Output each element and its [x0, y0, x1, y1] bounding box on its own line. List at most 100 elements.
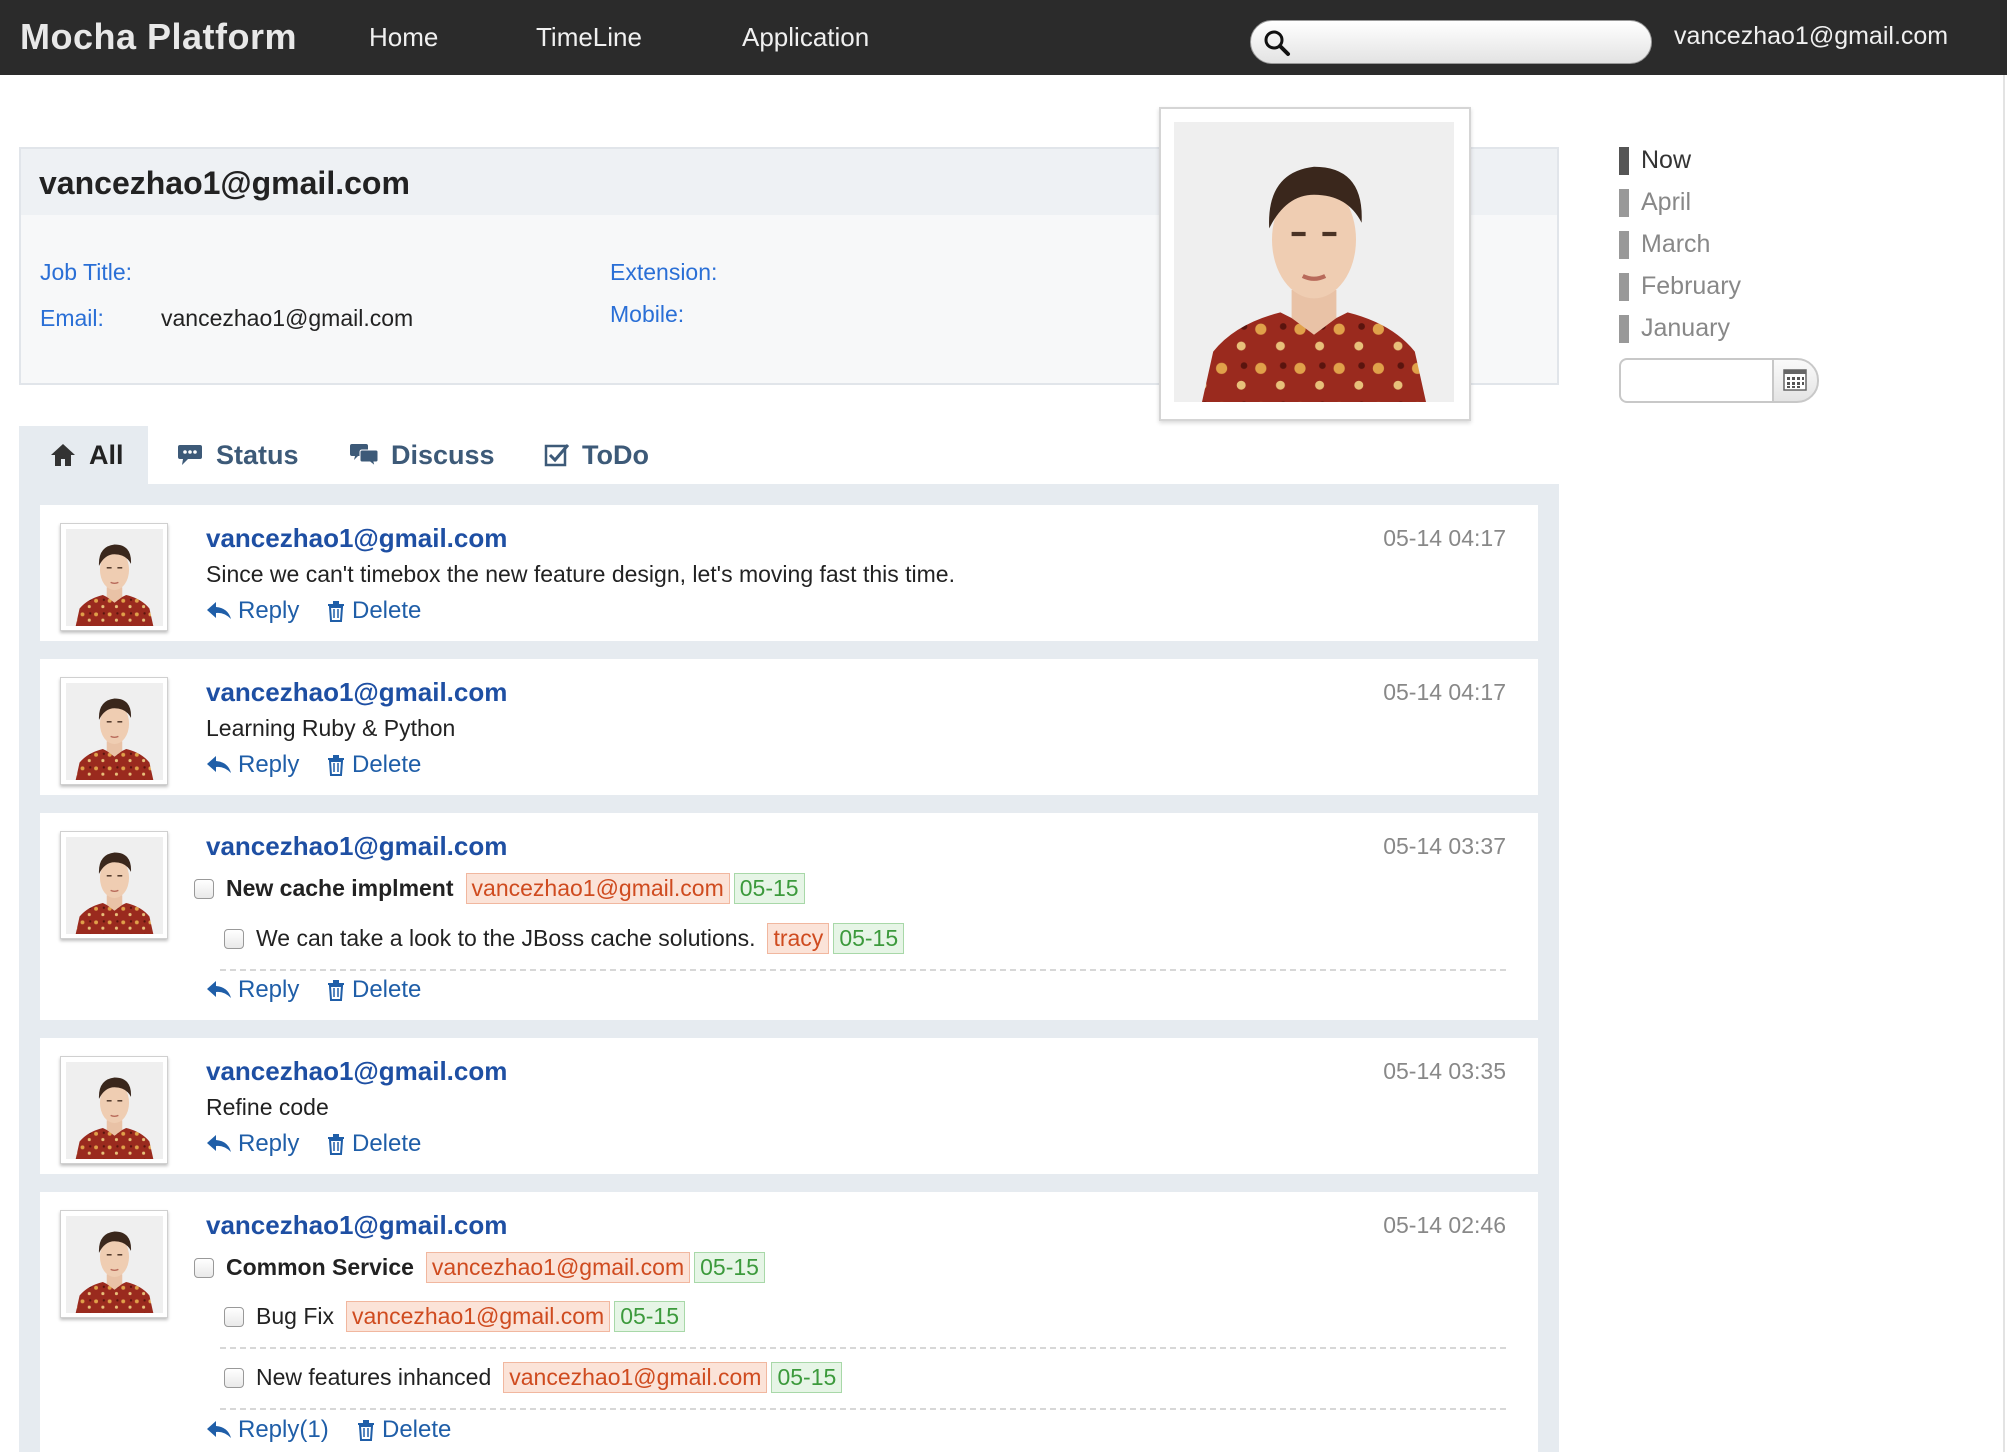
reply-label: Reply [238, 1130, 300, 1157]
post-author[interactable]: vancezhao1@gmail.com [206, 831, 507, 862]
delete-button[interactable]: Delete [326, 751, 421, 779]
subtask-item: New features inhanced vancezhao1@gmail.c… [224, 1362, 843, 1393]
timeline-now[interactable]: Now [1619, 145, 1691, 175]
trash-icon [358, 1420, 374, 1441]
avatar[interactable] [60, 831, 168, 939]
avatar[interactable] [60, 523, 168, 631]
timeline-january[interactable]: January [1619, 313, 1730, 343]
delete-button[interactable]: Delete [326, 1130, 421, 1158]
post-author[interactable]: vancezhao1@gmail.com [206, 1210, 507, 1241]
brand-logo[interactable]: Mocha Platform [20, 16, 297, 58]
todo-title: Common Service [226, 1254, 414, 1280]
delete-label: Delete [382, 1416, 452, 1443]
avatar-image [66, 683, 163, 780]
todo-assignee-tag: vancezhao1@gmail.com [465, 873, 730, 904]
delete-button[interactable]: Delete [356, 1416, 451, 1444]
todo-item: Common Service vancezhao1@gmail.com 05-1… [194, 1252, 765, 1283]
date-input[interactable] [1619, 358, 1773, 403]
subtask-title: New features inhanced [256, 1364, 492, 1390]
trash-icon [328, 601, 344, 622]
subtask-assignee-tag: vancezhao1@gmail.com [345, 1301, 611, 1332]
timeline-march[interactable]: March [1619, 229, 1710, 259]
todo-due-tag: 05-15 [733, 873, 805, 904]
tab-todo[interactable]: ToDo [544, 426, 649, 484]
avatar-image [66, 529, 163, 626]
timeline-february[interactable]: February [1619, 271, 1741, 301]
nav-application[interactable]: Application [742, 22, 869, 53]
delete-button[interactable]: Delete [326, 976, 421, 1004]
separator [220, 1347, 1506, 1349]
reply-button[interactable]: Reply [206, 976, 299, 1004]
post-author[interactable]: vancezhao1@gmail.com [206, 523, 507, 554]
nav-timeline[interactable]: TimeLine [536, 22, 642, 53]
tab-discuss-label: Discuss [391, 439, 495, 470]
email-value: vancezhao1@gmail.com [161, 305, 414, 331]
subtask-assignee-tag: tracy [767, 923, 830, 954]
tab-status-label: Status [216, 439, 299, 470]
date-picker [1619, 358, 1819, 403]
email-label: Email: [40, 305, 104, 331]
calendar-icon [1783, 369, 1807, 391]
avatar[interactable] [60, 1210, 168, 1318]
job-title-label: Job Title: [40, 259, 133, 285]
tab-all-label: All [89, 439, 124, 470]
activity-feed: vancezhao1@gmail.com 05-14 04:17 Since w… [19, 484, 1559, 1452]
delete-label: Delete [352, 976, 422, 1003]
post-time: 05-14 02:46 [1383, 1212, 1506, 1238]
avatar-image [66, 837, 163, 934]
subtask-due-tag: 05-15 [614, 1301, 686, 1332]
calendar-button[interactable] [1772, 358, 1819, 403]
feed-post: vancezhao1@gmail.com 05-14 02:46 Common … [40, 1192, 1538, 1452]
reply-button[interactable]: Reply [206, 597, 299, 625]
search-input[interactable] [1307, 27, 1641, 59]
timeline-april[interactable]: April [1619, 187, 1691, 217]
avatar[interactable] [60, 1056, 168, 1164]
profile-photo[interactable] [1159, 107, 1471, 421]
reply-label: Reply [238, 976, 300, 1003]
top-navbar: Mocha Platform Home TimeLine Application… [0, 0, 2007, 75]
subtask-checkbox[interactable] [224, 928, 244, 949]
subtask-due-tag: 05-15 [771, 1362, 843, 1393]
home-icon [51, 444, 75, 466]
subtask-checkbox[interactable] [224, 1306, 244, 1327]
trash-icon [328, 755, 344, 776]
reply-icon [207, 1421, 231, 1438]
profile-name: vancezhao1@gmail.com [39, 165, 410, 201]
reply-label: Reply [238, 751, 300, 778]
todo-title: New cache implment [226, 875, 454, 901]
subtask-item: We can take a look to the JBoss cache so… [224, 923, 905, 954]
todo-checkbox[interactable] [194, 878, 214, 899]
feed-post: vancezhao1@gmail.com 05-14 03:35 Refine … [40, 1038, 1538, 1174]
delete-label: Delete [352, 1130, 422, 1157]
todo-checkbox[interactable] [194, 1257, 214, 1278]
search-icon[interactable] [1263, 29, 1291, 57]
post-text: Learning Ruby & Python [206, 715, 456, 741]
reply-button[interactable]: Reply [206, 751, 299, 779]
reply-icon [207, 602, 231, 619]
reply-button[interactable]: Reply [206, 1130, 299, 1158]
tab-status[interactable]: Status [176, 426, 299, 484]
mobile-label: Mobile: [610, 301, 685, 327]
tab-todo-label: ToDo [582, 439, 649, 470]
extension-label: Extension: [610, 259, 718, 285]
reply-label: Reply [238, 597, 300, 624]
post-author[interactable]: vancezhao1@gmail.com [206, 677, 507, 708]
avatar-image [66, 1216, 163, 1313]
post-text: Refine code [206, 1094, 329, 1120]
separator [220, 969, 1506, 971]
post-time: 05-14 04:17 [1383, 679, 1506, 705]
tab-discuss[interactable]: Discuss [349, 426, 495, 484]
delete-button[interactable]: Delete [326, 597, 421, 625]
speech-bubble-icon [178, 445, 202, 465]
tab-all[interactable]: All [19, 426, 148, 484]
subtask-checkbox[interactable] [224, 1367, 244, 1388]
reply-icon [207, 1135, 231, 1152]
subtask-title: We can take a look to the JBoss cache so… [256, 925, 756, 951]
feed-post: vancezhao1@gmail.com 05-14 04:17 Learnin… [40, 659, 1538, 795]
checkbox-icon [544, 444, 570, 467]
avatar[interactable] [60, 677, 168, 785]
reply-button[interactable]: Reply(1) [206, 1416, 329, 1444]
nav-home[interactable]: Home [369, 22, 438, 53]
post-author[interactable]: vancezhao1@gmail.com [206, 1056, 507, 1087]
current-user-link[interactable]: vancezhao1@gmail.com [1674, 22, 1948, 51]
